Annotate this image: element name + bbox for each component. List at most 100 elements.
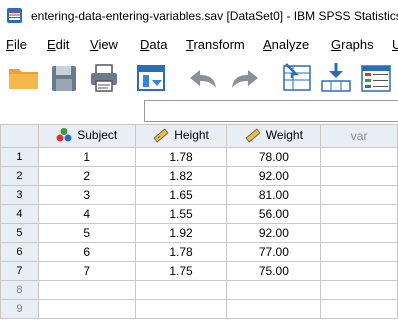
data-grid: Subject Height Weight var 1 1 1.78 78.00… — [0, 124, 398, 328]
recall-dialog-icon[interactable] — [134, 60, 170, 96]
menu-label-rest: ile — [13, 37, 27, 52]
column-header-weight[interactable]: Weight — [226, 124, 322, 148]
menu-label-rest: iew — [98, 37, 118, 52]
menu-bar: File Edit View Data Transform Analyze Graphs U — [0, 32, 398, 56]
menu-label-rest: raphs — [341, 37, 374, 52]
row-number[interactable]: 9 — [0, 299, 39, 319]
cell-weight[interactable] — [226, 280, 322, 300]
row-number[interactable]: 1 — [0, 147, 39, 167]
menu-accelerator: U — [392, 37, 398, 52]
cell-subject[interactable]: 2 — [37, 166, 136, 186]
menu-accelerator: G — [331, 37, 342, 52]
column-name-weight: Weight — [265, 127, 303, 142]
menu-accelerator: E — [47, 37, 56, 52]
row-number[interactable]: 7 — [0, 261, 39, 281]
column-name-var: var — [350, 129, 368, 143]
save-icon[interactable] — [46, 60, 82, 96]
cell-subject[interactable]: 7 — [37, 261, 136, 281]
column-header-subject[interactable]: Subject — [37, 124, 136, 148]
cell-subject[interactable]: 1 — [37, 147, 136, 167]
row-number[interactable]: 8 — [0, 280, 39, 300]
scale-measure-icon — [153, 127, 169, 143]
cell-height[interactable]: 1.75 — [134, 261, 228, 281]
cell-height[interactable] — [134, 280, 228, 300]
row-number[interactable]: 4 — [0, 204, 39, 224]
table-row: 6 6 1.78 77.00 — [0, 242, 398, 262]
cell-subject[interactable]: 4 — [37, 204, 136, 224]
cell-var[interactable] — [320, 166, 398, 186]
menu-view[interactable]: View — [90, 37, 118, 52]
window-title: entering-data-entering-variables.sav [Da… — [31, 9, 398, 23]
grid-corner[interactable] — [0, 124, 39, 148]
table-row: 4 4 1.55 56.00 — [0, 204, 398, 224]
cell-var[interactable] — [320, 261, 398, 281]
cell-height[interactable]: 1.82 — [134, 166, 228, 186]
cell-weight[interactable]: 75.00 — [226, 261, 322, 281]
cell-subject[interactable]: 6 — [37, 242, 136, 262]
cell-weight[interactable]: 92.00 — [226, 166, 322, 186]
column-header-height[interactable]: Height — [134, 124, 228, 148]
nominal-measure-icon — [56, 127, 72, 143]
cell-height[interactable]: 1.55 — [134, 204, 228, 224]
menu-edit[interactable]: Edit — [47, 37, 69, 52]
cell-height[interactable]: 1.65 — [134, 185, 228, 205]
cell-weight[interactable]: 78.00 — [226, 147, 322, 167]
cell-var[interactable] — [320, 242, 398, 262]
open-folder-icon[interactable] — [6, 60, 42, 96]
menu-analyze[interactable]: Analyze — [263, 37, 309, 52]
menu-u[interactable]: U — [392, 37, 398, 52]
menu-label-rest: dit — [55, 37, 70, 52]
cell-subject[interactable]: 3 — [37, 185, 136, 205]
row-number[interactable]: 6 — [0, 242, 39, 262]
cell-var[interactable] — [320, 147, 398, 167]
cell-editor-bar — [0, 100, 398, 124]
cell-var[interactable] — [320, 204, 398, 224]
column-name-height: Height — [174, 127, 209, 142]
menu-accelerator: F — [6, 37, 14, 52]
cell-weight[interactable] — [226, 299, 322, 319]
column-header-var[interactable]: var — [320, 124, 398, 148]
cell-var[interactable] — [320, 280, 398, 300]
cell-height[interactable]: 1.78 — [134, 147, 228, 167]
row-number[interactable]: 2 — [0, 166, 39, 186]
menu-data[interactable]: Data — [140, 37, 167, 52]
menu-label-rest: nalyze — [271, 37, 310, 52]
table-row: 2 2 1.82 92.00 — [0, 166, 398, 186]
column-name-subject: Subject — [77, 127, 118, 142]
cell-value-input[interactable] — [144, 100, 398, 122]
cell-weight[interactable]: 77.00 — [226, 242, 322, 262]
cell-subject[interactable] — [37, 280, 136, 300]
menu-graphs[interactable]: Graphs — [331, 37, 374, 52]
undo-icon[interactable] — [186, 60, 222, 96]
cell-weight[interactable]: 56.00 — [226, 204, 322, 224]
cell-weight[interactable]: 92.00 — [226, 223, 322, 243]
row-number[interactable]: 5 — [0, 223, 39, 243]
cell-subject[interactable] — [37, 299, 136, 319]
cell-weight[interactable]: 81.00 — [226, 185, 322, 205]
table-row: 5 5 1.92 92.00 — [0, 223, 398, 243]
cell-var[interactable] — [320, 185, 398, 205]
spss-app-icon[interactable] — [6, 7, 23, 24]
redo-icon[interactable] — [226, 60, 262, 96]
goto-case-icon[interactable] — [280, 60, 316, 96]
cell-var[interactable] — [320, 223, 398, 243]
cell-subject[interactable]: 5 — [37, 223, 136, 243]
cell-height[interactable]: 1.92 — [134, 223, 228, 243]
table-row: 3 3 1.65 81.00 — [0, 185, 398, 205]
data-view-table: Subject Height Weight var 1 1 1.78 78.00… — [0, 124, 398, 319]
menu-accelerator: D — [140, 37, 150, 52]
toolbar — [0, 56, 398, 100]
table-row: 7 7 1.75 75.00 — [0, 261, 398, 281]
title-bar: entering-data-entering-variables.sav [Da… — [0, 0, 398, 32]
menu-file[interactable]: File — [6, 37, 27, 52]
scale-measure-icon — [245, 127, 261, 143]
cell-height[interactable]: 1.78 — [134, 242, 228, 262]
menu-transform[interactable]: Transform — [186, 37, 245, 52]
row-number[interactable]: 3 — [0, 185, 39, 205]
cell-height[interactable] — [134, 299, 228, 319]
goto-variable-icon[interactable] — [318, 60, 354, 96]
print-icon[interactable] — [86, 60, 122, 96]
variables-icon[interactable] — [358, 60, 394, 96]
menu-label-rest: ransform — [193, 37, 245, 52]
cell-var[interactable] — [320, 299, 398, 319]
